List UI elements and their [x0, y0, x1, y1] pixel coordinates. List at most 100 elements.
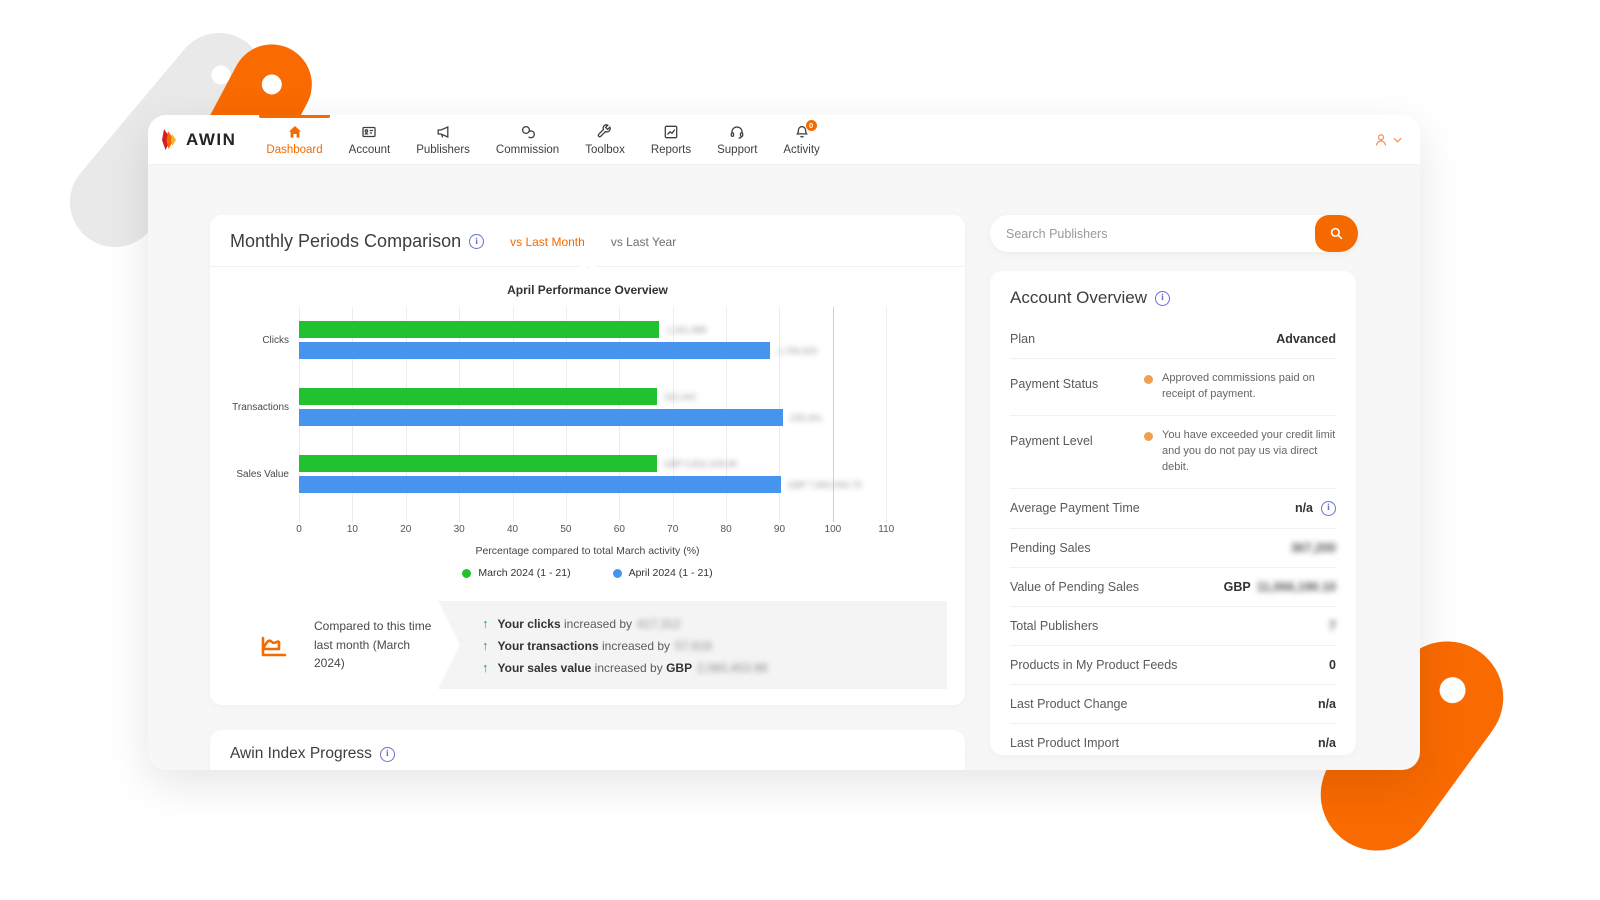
row-products-in-feeds: Products in My Product Feeds 0	[1010, 645, 1336, 684]
row-average-payment-time: Average Payment Time n/ai	[1010, 488, 1336, 528]
line-chart-icon	[663, 124, 679, 140]
panel-title: Monthly Periods Comparison	[230, 231, 461, 252]
bar-march-transactions	[299, 388, 657, 405]
awin-flame-icon	[160, 126, 184, 154]
nav-label: Publishers	[416, 144, 470, 156]
search-button[interactable]	[1315, 215, 1358, 252]
bar-value-label: 1,341,988	[666, 325, 706, 335]
tab-vs-last-year[interactable]: vs Last Year	[611, 235, 676, 249]
bar-april-transactions	[299, 409, 783, 426]
summary-metric: Your transactions	[498, 639, 599, 653]
summary-items: ↑ Your clicks increased by 417,312 ↑ You…	[460, 601, 947, 689]
nav-label: Commission	[496, 144, 559, 156]
page: AWIN Dashboard Account	[0, 0, 1600, 900]
chart-legend: March 2024 (1 - 21) April 2024 (1 - 21)	[210, 567, 965, 579]
category-label: Sales Value	[230, 455, 299, 493]
x-tick-label: 100	[825, 524, 842, 535]
tab-vs-last-month[interactable]: vs Last Month	[510, 235, 585, 249]
nav-item-dashboard[interactable]: Dashboard	[258, 115, 330, 164]
info-icon[interactable]: i	[1321, 501, 1336, 516]
home-icon	[287, 124, 303, 140]
user-menu[interactable]	[1373, 115, 1402, 164]
row-total-publishers: Total Publishers 7	[1010, 606, 1336, 645]
bar-chart: Clicks Transactions Sales Value 1,341,98…	[230, 307, 945, 522]
chart-plot-area: 1,341,988 1,766,600 162,442 235,061 GBP …	[299, 307, 945, 522]
summary-unit: GBP	[666, 661, 692, 675]
legend-dot-blue	[613, 569, 622, 578]
category-label: Transactions	[230, 388, 299, 426]
nav-item-support[interactable]: Support	[709, 115, 765, 164]
x-tick-label: 40	[507, 524, 518, 535]
row-value-of-pending-sales: Value of Pending Sales GBP11,066,190.10	[1010, 567, 1336, 606]
chart-title: April Performance Overview	[210, 283, 965, 297]
legend-item-april: April 2024 (1 - 21)	[613, 567, 713, 579]
monthly-periods-comparison-panel: Monthly Periods Comparison i vs Last Mon…	[210, 215, 965, 705]
publisher-search	[990, 215, 1358, 252]
panel-title: Awin Index Progress	[230, 745, 372, 763]
headset-icon	[729, 124, 745, 140]
row-last-product-change: Last Product Change n/a	[1010, 684, 1336, 723]
wrench-icon	[597, 124, 613, 140]
summary-item-clicks: ↑ Your clicks increased by 417,312	[482, 616, 947, 631]
coins-icon	[520, 124, 536, 140]
info-icon[interactable]: i	[1155, 291, 1170, 306]
nav-item-publishers[interactable]: Publishers	[408, 115, 478, 164]
megaphone-icon	[435, 124, 451, 140]
summary-item-transactions: ↑ Your transactions increased by 57,619	[482, 638, 947, 653]
bar-april-sales-value	[299, 476, 781, 493]
nav-label: Activity	[783, 144, 819, 156]
bar-march-clicks	[299, 321, 659, 338]
info-icon[interactable]: i	[469, 234, 484, 249]
row-payment-level: Payment Level You have exceeded your cre…	[1010, 415, 1336, 488]
x-tick-label: 80	[721, 524, 732, 535]
x-axis-label: Percentage compared to total March activ…	[210, 545, 965, 557]
arrow-up-icon: ↑	[482, 638, 489, 653]
id-card-icon	[361, 124, 377, 140]
x-tick-label: 20	[400, 524, 411, 535]
summary-text: increased by	[602, 639, 670, 653]
nav-item-account[interactable]: Account	[341, 115, 399, 164]
x-tick-label: 10	[347, 524, 358, 535]
nav-label: Reports	[651, 144, 691, 156]
legend-item-march: March 2024 (1 - 21)	[462, 567, 570, 579]
x-tick-label: 30	[454, 524, 465, 535]
summary-metric: Your clicks	[498, 617, 561, 631]
nav-item-reports[interactable]: Reports	[643, 115, 699, 164]
info-icon[interactable]: i	[380, 747, 395, 762]
bell-icon: 0	[794, 124, 810, 140]
x-tick-label: 0	[296, 524, 302, 535]
activity-badge: 0	[806, 120, 817, 131]
bar-group-transactions: 162,442 235,061	[299, 388, 945, 426]
bar-value-label: 1,766,600	[777, 346, 817, 356]
main-nav: Dashboard Account Publishers	[258, 115, 827, 164]
comparison-header: Monthly Periods Comparison i vs Last Mon…	[210, 215, 965, 266]
summary-value: 57,619	[675, 639, 712, 653]
row-pending-sales: Pending Sales 367,200	[1010, 528, 1336, 567]
search-input[interactable]	[990, 215, 1315, 252]
app-window: AWIN Dashboard Account	[148, 115, 1420, 770]
nav-label: Account	[349, 144, 391, 156]
summary-value: 2,060,453.99	[697, 661, 767, 675]
x-tick-label: 50	[560, 524, 571, 535]
brand-name: AWIN	[186, 130, 236, 150]
summary-caption-block: Compared to this time last month (March …	[228, 601, 460, 689]
x-tick-label: 70	[667, 524, 678, 535]
bar-value-label: GBP 7,892,093.79	[788, 480, 862, 490]
person-icon	[1373, 132, 1389, 148]
row-last-product-import: Last Product Import n/a	[1010, 723, 1336, 762]
summary-text: increased by	[564, 617, 632, 631]
bar-april-clicks	[299, 342, 770, 359]
x-tick-label: 110	[878, 524, 894, 535]
nav-item-activity[interactable]: 0 Activity	[775, 115, 827, 164]
nav-item-toolbox[interactable]: Toolbox	[577, 115, 633, 164]
summary-text: increased by	[595, 661, 663, 675]
nav-item-commission[interactable]: Commission	[488, 115, 567, 164]
bar-value-label: 235,061	[790, 413, 823, 423]
bar-group-clicks: 1,341,988 1,766,600	[299, 321, 945, 359]
chart-categories: Clicks Transactions Sales Value	[230, 307, 299, 522]
arrow-up-icon: ↑	[482, 660, 489, 675]
awin-logo[interactable]: AWIN	[160, 115, 258, 164]
legend-label: April 2024 (1 - 21)	[629, 567, 713, 579]
bar-value-label: 162,442	[664, 392, 697, 402]
area-chart-icon	[256, 626, 294, 664]
